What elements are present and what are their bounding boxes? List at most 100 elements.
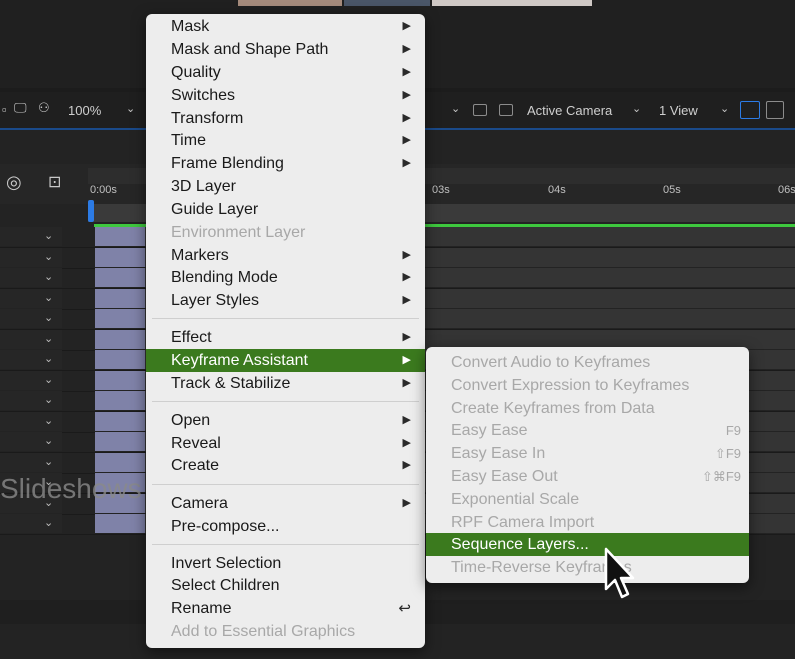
menu-item-select-children[interactable]: Select Children [146,574,425,597]
chevron-down-icon[interactable]: ⌄ [44,291,53,304]
layer-clip-bar[interactable] [95,350,145,369]
submenu-item-sequence-layers[interactable]: Sequence Layers... [426,533,749,557]
menu-item-label: Open [171,412,211,429]
submenu-arrow-icon: ▶ [402,89,411,101]
camera-view-select[interactable]: Active Camera [527,103,612,118]
layer-clip-bar[interactable] [95,411,145,431]
menu-item-frame-blending[interactable]: Frame Blending ▶ [146,152,425,175]
fast-previews-icon[interactable] [766,101,784,119]
submenu-item-label: RPF Camera Import [451,513,595,531]
time-tick: 06s [778,184,795,196]
monitor-icon[interactable]: 🖵 [14,100,27,116]
view-layout-select[interactable]: 1 View [659,103,698,118]
current-time-indicator[interactable] [88,200,94,222]
submenu-item-easy-ease-in: Easy Ease In ⇧F9 [426,442,749,465]
layout-icon[interactable]: ▫ [2,102,7,117]
layer-clip-bar[interactable] [95,432,145,451]
zoom-select[interactable]: 100% [68,103,101,118]
submenu-item-label: Create Keyframes from Data [451,399,655,417]
menu-item-effect[interactable]: Effect ▶ [146,326,425,349]
chevron-down-icon[interactable]: ⌄ [44,311,53,324]
shortcut-label: F9 [725,423,741,439]
menu-item-rename[interactable]: Rename ↩ [146,597,425,620]
graph-editor-icon[interactable]: ⊡ [48,172,61,192]
chevron-down-icon[interactable]: ⌄ [44,373,53,386]
time-tick: 04s [548,184,566,196]
layer-clip-bar[interactable] [95,391,145,410]
menu-item-keyframe-assistant[interactable]: Keyframe Assistant ▶ [146,349,425,372]
menu-item-label: Track & Stabilize [171,375,291,392]
menu-item-camera[interactable]: Camera ▶ [146,492,425,515]
layer-clip-bar[interactable] [95,288,145,308]
submenu-arrow-icon: ▶ [402,414,411,426]
menu-item-mask[interactable]: Mask ▶ [146,15,425,38]
menu-separator [152,401,419,402]
menu-item-reveal[interactable]: Reveal ▶ [146,432,425,455]
footage-thumbnail[interactable] [238,0,342,6]
menu-item-add-to-essential-graphics: Add to Essential Graphics [146,620,425,643]
layer-clip-bar[interactable] [95,268,145,287]
chevron-down-icon[interactable]: ⌄ [632,102,641,115]
footage-thumbnail[interactable] [432,0,592,6]
menu-item-mask-and-shape-path[interactable]: Mask and Shape Path ▶ [146,38,425,61]
chevron-down-icon[interactable]: ⌄ [44,516,53,529]
menu-item-track-stabilize[interactable]: Track & Stabilize ▶ [146,372,425,395]
chevron-down-icon[interactable]: ⌄ [44,414,53,427]
menu-item-markers[interactable]: Markers ▶ [146,244,425,267]
menu-item-label: Environment Layer [171,224,306,241]
chevron-down-icon[interactable]: ⌄ [44,455,53,468]
menu-item-guide-layer[interactable]: Guide Layer [146,198,425,221]
chevron-down-icon[interactable]: ⌄ [720,102,729,115]
footage-thumbnail[interactable] [344,0,430,6]
menu-item-quality[interactable]: Quality ▶ [146,61,425,84]
chevron-down-icon[interactable]: ⌄ [44,434,53,447]
chevron-down-icon[interactable]: ⌄ [44,332,53,345]
menu-item-time[interactable]: Time ▶ [146,129,425,152]
layer-clip-bar[interactable] [95,227,145,246]
layer-clip-bar[interactable] [95,514,145,533]
submenu-arrow-icon: ▶ [402,43,411,55]
menu-item-create[interactable]: Create ▶ [146,454,425,477]
chevron-down-icon[interactable]: ⌄ [44,250,53,263]
layer-clip-bar[interactable] [95,309,145,328]
layer-clip-bar[interactable] [95,452,145,472]
submenu-item-exponential-scale: Exponential Scale [426,488,749,511]
chevron-down-icon[interactable]: ⌄ [44,352,53,365]
menu-item-invert-selection[interactable]: Invert Selection [146,552,425,575]
menu-item-label: Mask [171,18,210,35]
menu-item-switches[interactable]: Switches ▶ [146,84,425,107]
menu-item-label: Effect [171,329,212,346]
mask-visibility-icon[interactable]: ⚇ [38,100,50,116]
menu-item-label: Invert Selection [171,555,282,572]
submenu-arrow-icon: ▶ [402,66,411,78]
layer-clip-bar[interactable] [95,329,145,349]
menu-item-blending-mode[interactable]: Blending Mode ▶ [146,266,425,289]
menu-item-open[interactable]: Open ▶ [146,409,425,432]
submenu-arrow-icon: ▶ [402,157,411,169]
motion-blur-icon[interactable]: ◎ [6,172,22,193]
chevron-down-icon[interactable]: ⌄ [44,229,53,242]
menu-item-transform[interactable]: Transform ▶ [146,107,425,130]
submenu-item-rpf-camera-import: RPF Camera Import [426,511,749,534]
menu-item-label: Frame Blending [171,155,284,172]
layer-clip-bar[interactable] [95,370,145,390]
submenu-arrow-icon: ▶ [402,437,411,449]
layer-clip-bar[interactable] [95,247,145,267]
menu-item-layer-styles[interactable]: Layer Styles ▶ [146,289,425,312]
chevron-down-icon[interactable]: ⌄ [451,102,460,115]
menu-item-label: Quality [171,64,221,81]
transparency-grid-icon[interactable] [499,104,513,116]
menu-item-3d-layer[interactable]: 3D Layer [146,175,425,198]
toggle-pixel-aspect-icon[interactable] [740,101,760,119]
submenu-item-label: Easy Ease [451,422,528,440]
menu-separator [152,484,419,485]
menu-item-label: Layer Styles [171,292,260,309]
submenu-item-label: Sequence Layers... [451,536,589,554]
chevron-down-icon[interactable]: ⌄ [44,270,53,283]
menu-item-environment-layer: Environment Layer [146,221,425,244]
menu-item-pre-compose[interactable]: Pre-compose... [146,515,425,538]
chevron-down-icon[interactable]: ⌄ [126,102,135,115]
submenu-item-label: Exponential Scale [451,490,580,508]
region-of-interest-icon[interactable] [473,104,487,116]
chevron-down-icon[interactable]: ⌄ [44,393,53,406]
